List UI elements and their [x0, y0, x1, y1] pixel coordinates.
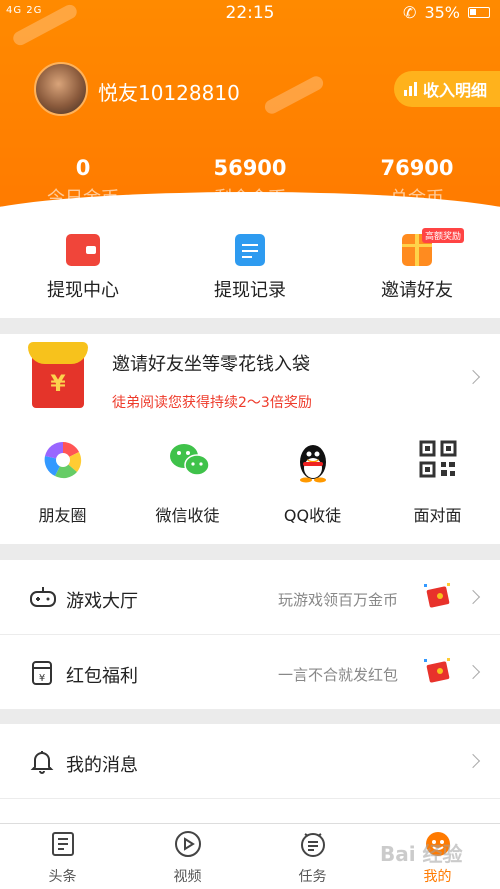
chevron-right-icon: [465, 753, 481, 769]
quick-action-label: 提现中心: [47, 280, 119, 301]
red-envelope-icon: [422, 657, 452, 685]
stat-value: 76900: [380, 156, 454, 180]
invite-friends-button[interactable]: 高额奖励 邀请好友: [334, 228, 500, 302]
invite-subtitle: 徒弟阅读您获得持续2～3倍奖励: [112, 395, 312, 411]
income-button-label: 收入明细: [423, 81, 488, 100]
news-icon: [49, 830, 77, 858]
share-label: 面对面: [413, 506, 462, 525]
invite-title: 邀请好友坐等零花钱入袋: [112, 354, 310, 375]
nav-label: 任务: [298, 869, 327, 885]
stat-remaining-coins[interactable]: 56900 剩余金币: [167, 156, 333, 210]
quick-action-label: 提现记录: [214, 280, 286, 301]
svg-text:¥: ¥: [39, 673, 45, 684]
feature-list: 游戏大厅 玩游戏领百万金币 ¥ 红包福利 一言不合就发红包: [0, 560, 500, 710]
income-details-button[interactable]: 收入明细: [394, 71, 500, 107]
stat-value: 0: [75, 156, 91, 180]
battery-level: 35%: [424, 3, 460, 22]
share-face-to-face-button[interactable]: 面对面: [375, 440, 500, 526]
username: 悦友10128810: [98, 81, 240, 105]
list-item-red-packet[interactable]: ¥ 红包福利 一言不合就发红包: [0, 635, 500, 710]
stat-today-coins[interactable]: 0 今日金币: [0, 156, 166, 210]
list-item-game-hall[interactable]: 游戏大厅 玩游戏领百万金币: [0, 560, 500, 635]
decor-streak: [262, 73, 326, 117]
withdraw-center-button[interactable]: 提现中心: [0, 234, 166, 302]
chevron-right-icon: [465, 369, 481, 385]
withdraw-record-button[interactable]: 提现记录: [167, 234, 333, 302]
share-label: 微信收徒: [155, 506, 220, 525]
stat-total-coins[interactable]: 76900 总金币: [334, 156, 500, 210]
nav-label: 视频: [173, 869, 202, 885]
invite-banner[interactable]: ¥ 邀请好友坐等零花钱入袋 徒弟阅读您获得持续2～3倍奖励: [0, 334, 500, 424]
quick-actions: 提现中心 提现记录 高额奖励 邀请好友: [0, 222, 500, 318]
battery-icon: [468, 7, 490, 18]
stat-label: 总金币: [390, 188, 444, 209]
nav-task[interactable]: 任务: [250, 830, 375, 886]
list-item-my-messages[interactable]: 我的消息: [0, 724, 500, 799]
avatar[interactable]: [34, 62, 88, 116]
gift-icon: 高额奖励: [402, 228, 465, 266]
video-icon: [174, 830, 202, 858]
wallet-yen-icon: ¥: [30, 660, 54, 685]
share-moments-button[interactable]: 朋友圈: [0, 440, 125, 526]
reward-badge: 高额奖励: [422, 228, 465, 243]
watermark: Bai 经验: [380, 842, 463, 866]
status-bar: 4G 2G 22:15 ✆ 35%: [0, 0, 500, 28]
wechat-icon: [168, 440, 210, 480]
share-wechat-button[interactable]: 微信收徒: [125, 440, 250, 526]
list-item-desc: 一言不合就发红包: [277, 666, 398, 684]
quick-action-label: 邀请好友: [381, 280, 453, 301]
list-item-title: 游戏大厅: [66, 591, 138, 612]
status-right: ✆ 35%: [403, 3, 490, 22]
profile-header: 4G 2G 22:15 ✆ 35% 悦友10128810 收入明细 0 今日金币…: [0, 0, 500, 222]
chevron-right-icon: [465, 664, 481, 680]
phone-icon: ✆: [403, 3, 417, 22]
qq-icon: [293, 440, 333, 483]
chevron-right-icon: [465, 589, 481, 605]
list-item-title: 我的消息: [66, 755, 138, 776]
stat-label: 今日金币: [47, 188, 119, 209]
bar-chart-icon: [404, 82, 417, 96]
nav-video[interactable]: 视频: [125, 830, 250, 886]
stat-label: 剩余金币: [214, 188, 286, 209]
moments-icon: [43, 440, 83, 480]
list-item-desc: 玩游戏领百万金币: [277, 591, 398, 609]
share-label: QQ收徒: [283, 506, 342, 525]
share-qq-button[interactable]: QQ收徒: [250, 440, 375, 526]
list-item-title: 红包福利: [66, 666, 138, 687]
share-label: 朋友圈: [38, 506, 87, 525]
task-icon: [299, 830, 327, 858]
gamepad-icon: [30, 585, 56, 609]
message-list: 我的消息: [0, 724, 500, 823]
record-icon: [235, 234, 265, 266]
nav-label: 头条: [48, 869, 77, 885]
red-envelope-icon: [422, 582, 452, 610]
qrcode-icon: [418, 440, 458, 480]
stat-value: 56900: [213, 156, 287, 180]
wallet-icon: [66, 234, 100, 266]
nav-label: 我的: [423, 869, 452, 885]
bell-icon: [30, 749, 54, 774]
nav-news[interactable]: 头条: [0, 830, 125, 886]
invite-card: ¥ 邀请好友坐等零花钱入袋 徒弟阅读您获得持续2～3倍奖励 朋友圈 微信收徒 Q…: [0, 334, 500, 544]
red-envelope-icon: ¥: [28, 342, 88, 408]
